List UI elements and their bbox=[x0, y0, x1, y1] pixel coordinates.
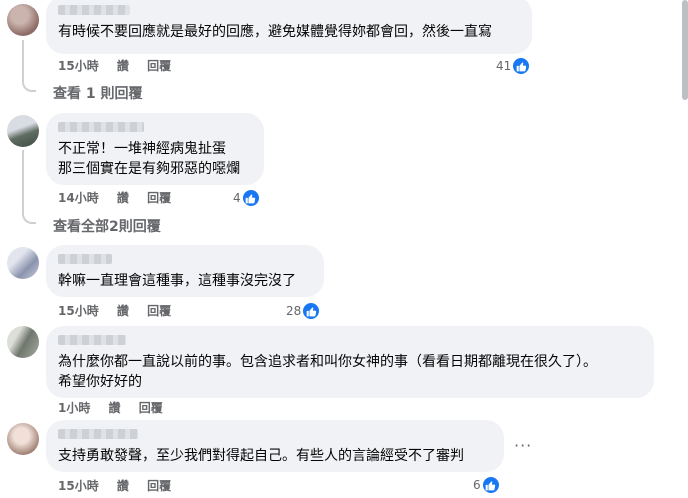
author-name[interactable] bbox=[58, 335, 126, 345]
reply-button[interactable]: 回覆 bbox=[147, 304, 171, 318]
comment-meta: 15小時 讚 回覆 bbox=[58, 58, 185, 74]
reaction-number: 6 bbox=[473, 478, 481, 492]
comment-meta: 1小時 讚 回覆 bbox=[58, 400, 177, 416]
comment-time[interactable]: 15小時 bbox=[58, 59, 99, 73]
comment-time[interactable]: 1小時 bbox=[58, 401, 90, 415]
comment-bubble: 不正常！一堆神經病鬼扯蛋 那三個實在是有夠邪惡的噁爛 bbox=[46, 113, 264, 185]
comment-text: 支持勇敢發聲，至少我們對得起自己。有些人的言論經受不了審判 bbox=[58, 448, 464, 464]
author-name[interactable] bbox=[58, 122, 144, 132]
like-button[interactable]: 讚 bbox=[117, 59, 129, 73]
scrollbar[interactable] bbox=[682, 0, 688, 100]
avatar[interactable] bbox=[7, 247, 39, 279]
reaction-count[interactable]: 4 bbox=[233, 189, 260, 207]
like-reaction-icon bbox=[302, 302, 321, 320]
more-options-icon[interactable]: ··· bbox=[514, 436, 532, 455]
like-button[interactable]: 讚 bbox=[109, 401, 121, 415]
avatar[interactable] bbox=[7, 423, 39, 455]
comment-time[interactable]: 15小時 bbox=[58, 304, 99, 318]
comment-bubble: 為什麼你都一直說以前的事。包含追求者和叫你女神的事（看看日期都離現在很久了）。 … bbox=[46, 326, 654, 398]
reaction-count[interactable]: 6 bbox=[473, 476, 500, 494]
comment-meta: 15小時 讚 回覆 bbox=[58, 478, 185, 494]
reply-button[interactable]: 回覆 bbox=[139, 401, 163, 415]
comment-meta: 14小時 讚 回覆 bbox=[58, 190, 185, 206]
reply-button[interactable]: 回覆 bbox=[147, 191, 171, 205]
view-replies-link[interactable]: 查看 1 則回覆 bbox=[53, 83, 143, 103]
comment-bubble: 有時候不要回應就是最好的回應，避免媒體覺得妳都會回，然後一直寫 bbox=[46, 0, 532, 54]
view-replies-link[interactable]: 查看全部2則回覆 bbox=[53, 216, 161, 236]
comment-time[interactable]: 14小時 bbox=[58, 191, 99, 205]
reaction-number: 41 bbox=[496, 59, 512, 73]
reaction-number: 28 bbox=[286, 304, 302, 318]
thread-curve bbox=[22, 210, 36, 224]
avatar[interactable] bbox=[7, 115, 39, 147]
like-button[interactable]: 讚 bbox=[117, 191, 129, 205]
reply-button[interactable]: 回覆 bbox=[147, 479, 171, 493]
reply-button[interactable]: 回覆 bbox=[147, 59, 171, 73]
like-button[interactable]: 讚 bbox=[117, 479, 129, 493]
like-reaction-icon bbox=[241, 189, 260, 207]
author-name[interactable] bbox=[58, 254, 112, 264]
like-reaction-icon bbox=[512, 57, 531, 75]
thread-curve bbox=[22, 78, 36, 92]
comment-text: 希望你好好的 bbox=[58, 374, 142, 390]
avatar[interactable] bbox=[7, 4, 39, 36]
comment-text: 為什麼你都一直說以前的事。包含追求者和叫你女神的事（看看日期都離現在很久了）。 bbox=[58, 354, 597, 370]
thread-line bbox=[22, 40, 24, 80]
author-name[interactable] bbox=[58, 429, 138, 439]
author-name[interactable] bbox=[58, 5, 130, 15]
avatar[interactable] bbox=[7, 326, 39, 358]
comment-text: 幹嘛一直理會這種事，這種事沒完沒了 bbox=[58, 273, 296, 289]
comment-text: 不正常！一堆神經病鬼扯蛋 bbox=[58, 141, 226, 157]
comment-time[interactable]: 15小時 bbox=[58, 479, 99, 493]
comment-bubble: 幹嘛一直理會這種事，這種事沒完沒了 bbox=[46, 245, 324, 297]
reaction-count[interactable]: 41 bbox=[496, 57, 531, 75]
reaction-count[interactable]: 28 bbox=[286, 302, 321, 320]
reaction-number: 4 bbox=[233, 191, 241, 205]
thread-line bbox=[22, 150, 24, 212]
comment-text: 有時候不要回應就是最好的回應，避免媒體覺得妳都會回，然後一直寫 bbox=[58, 24, 492, 40]
comment-bubble: 支持勇敢發聲，至少我們對得起自己。有些人的言論經受不了審判 bbox=[46, 420, 504, 472]
like-reaction-icon bbox=[481, 476, 500, 494]
like-button[interactable]: 讚 bbox=[117, 304, 129, 318]
comment-meta: 15小時 讚 回覆 bbox=[58, 303, 185, 319]
comment-text: 那三個實在是有夠邪惡的噁爛 bbox=[58, 161, 240, 177]
